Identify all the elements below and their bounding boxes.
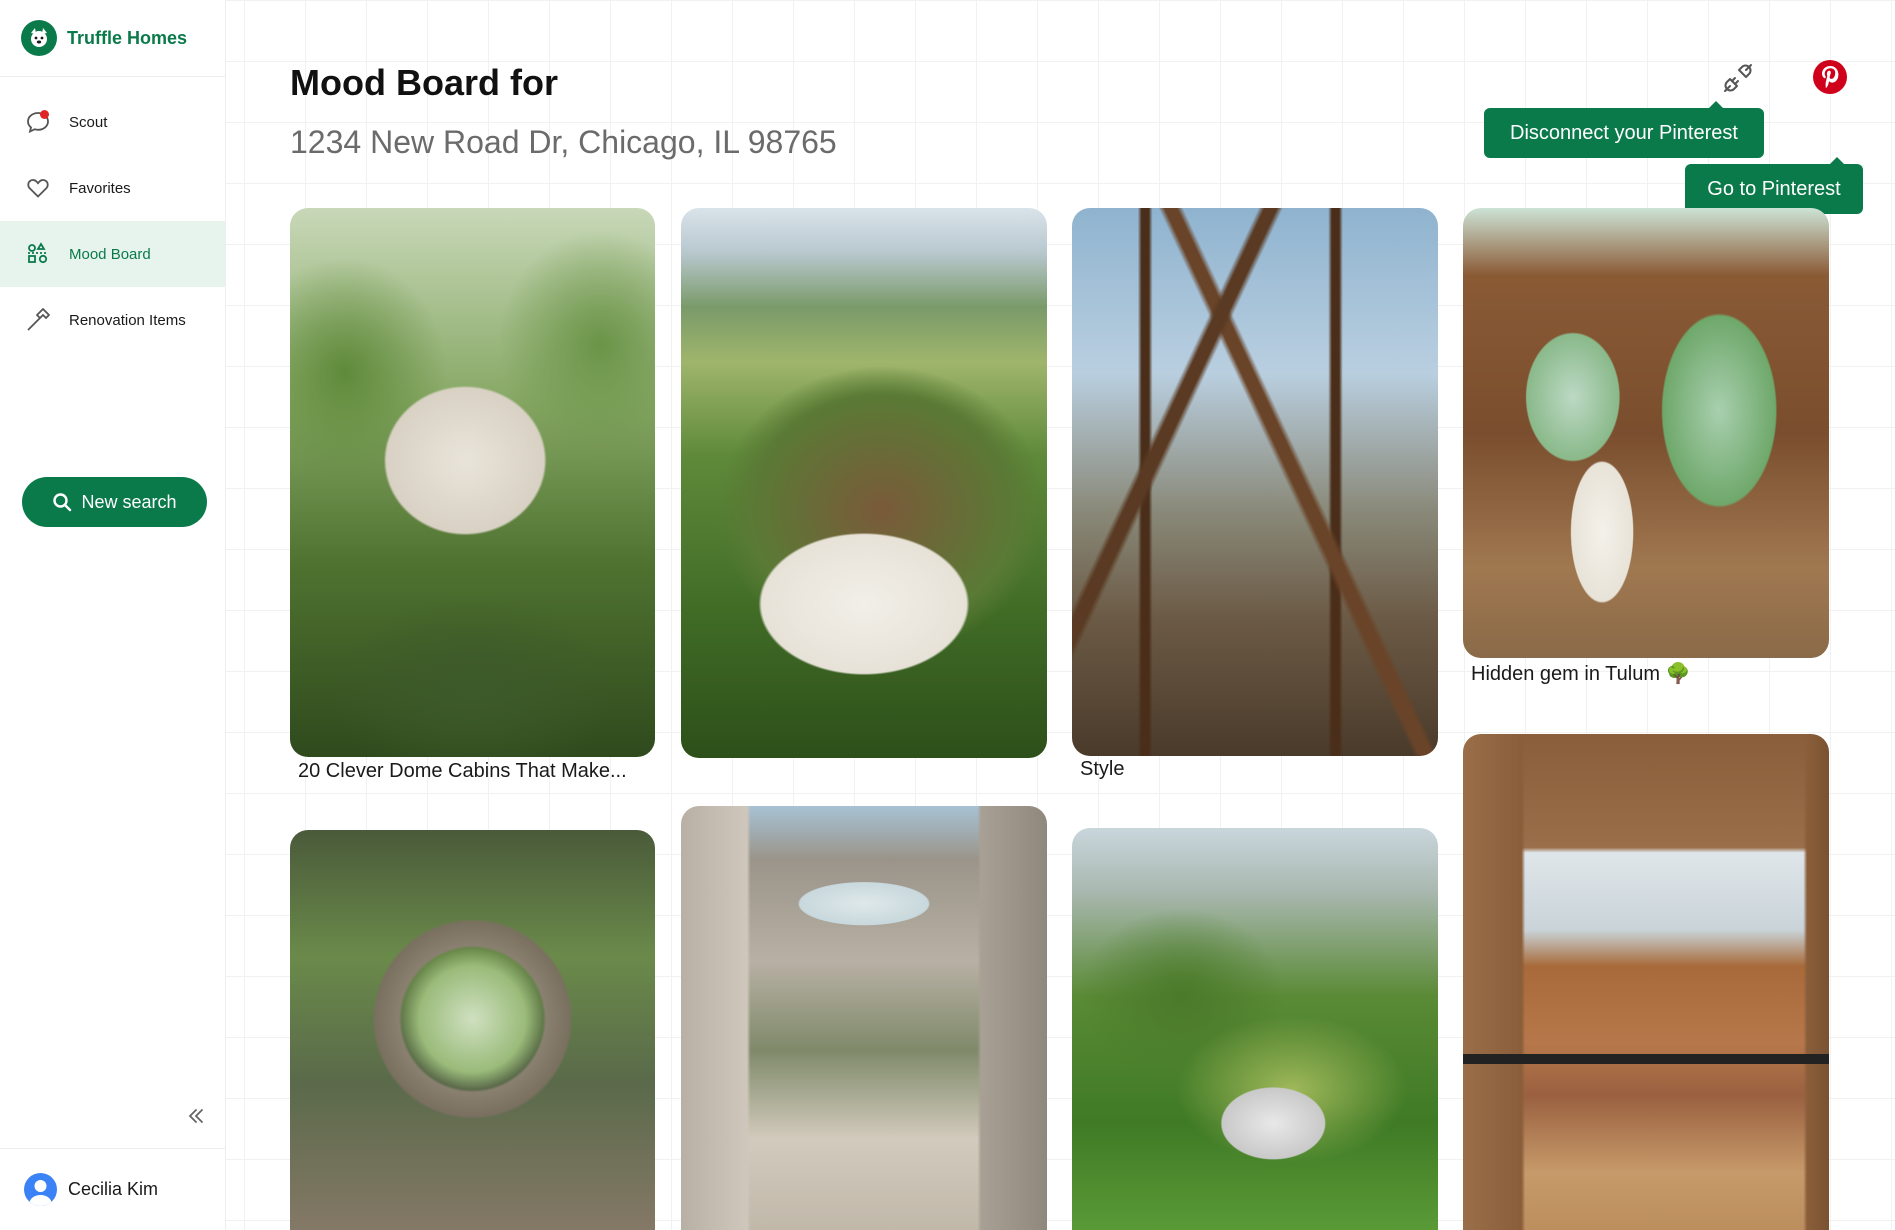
pinterest-logo-icon[interactable] [1813, 60, 1847, 94]
go-to-pinterest-tooltip: Go to Pinterest [1685, 157, 1863, 214]
hammer-icon [24, 306, 52, 334]
pin-caption: Style [1080, 758, 1125, 780]
pin-image-concrete-skylight[interactable] [681, 806, 1047, 1230]
disconnect-plug-icon[interactable] [1720, 60, 1756, 96]
sidebar: Truffle Homes Scout Favorites Mood Board… [0, 0, 226, 1230]
property-address: 1234 New Road Dr, Chicago, IL 98765 [290, 124, 837, 160]
sidebar-item-renovation-items[interactable]: Renovation Items [0, 287, 225, 353]
pin-image-glass-cabin[interactable] [1072, 208, 1438, 756]
brand[interactable]: Truffle Homes [0, 0, 225, 77]
user-name: Cecilia Kim [68, 1179, 159, 1199]
new-search-button[interactable]: New search [22, 477, 207, 527]
disconnect-pinterest-tooltip: Disconnect your Pinterest [1484, 101, 1764, 158]
pin-caption: Hidden gem in Tulum 🌳 [1471, 663, 1691, 685]
sidebar-item-scout[interactable]: Scout [0, 89, 225, 155]
mood-board-icon [24, 240, 52, 268]
pin-caption: 20 Clever Dome Cabins That Make... [298, 760, 627, 782]
collapse-sidebar-icon[interactable] [180, 1100, 212, 1132]
sidebar-nav: Scout Favorites Mood Board Renovation It… [0, 89, 225, 353]
pin-image-earth-house[interactable] [681, 208, 1047, 758]
truffle-logo-icon [21, 20, 57, 56]
notification-dot [40, 110, 49, 119]
search-icon [53, 493, 72, 512]
brand-name: Truffle Homes [67, 27, 188, 48]
pin-image-hillside-garden[interactable] [1072, 828, 1438, 1230]
new-search-label: New search [81, 491, 177, 512]
sidebar-item-mood-board[interactable]: Mood Board [0, 221, 225, 287]
sidebar-item-label: Renovation Items [69, 311, 186, 329]
pin-image-dome-cabin[interactable] [290, 208, 655, 757]
sidebar-item-favorites[interactable]: Favorites [0, 155, 225, 221]
user-profile[interactable]: Cecilia Kim [0, 1148, 226, 1230]
pin-image-tree-house[interactable] [1463, 208, 1829, 658]
avatar [24, 1173, 57, 1206]
pin-image-round-door-garden[interactable] [290, 830, 655, 1230]
sidebar-item-label: Scout [69, 113, 108, 131]
sidebar-item-label: Mood Board [69, 245, 151, 263]
sidebar-item-label: Favorites [69, 179, 131, 197]
pin-image-wooden-window[interactable] [1463, 734, 1829, 1230]
page-title: Mood Board for [290, 62, 558, 103]
heart-icon [24, 174, 52, 202]
